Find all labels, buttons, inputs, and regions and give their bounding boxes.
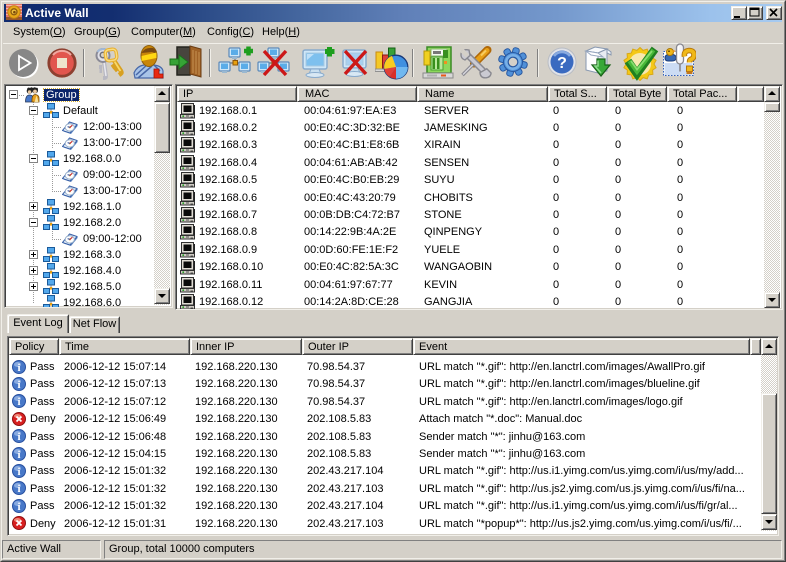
svg-text:i: i bbox=[17, 396, 20, 408]
svg-text:i: i bbox=[17, 362, 20, 374]
svg-text:i: i bbox=[17, 483, 20, 495]
svg-text:i: i bbox=[17, 449, 20, 461]
svg-text:i: i bbox=[17, 379, 20, 391]
svg-text:i: i bbox=[17, 431, 20, 443]
svg-text:i: i bbox=[17, 466, 20, 478]
svg-text:?: ? bbox=[557, 55, 567, 72]
svg-text:i: i bbox=[17, 501, 20, 513]
